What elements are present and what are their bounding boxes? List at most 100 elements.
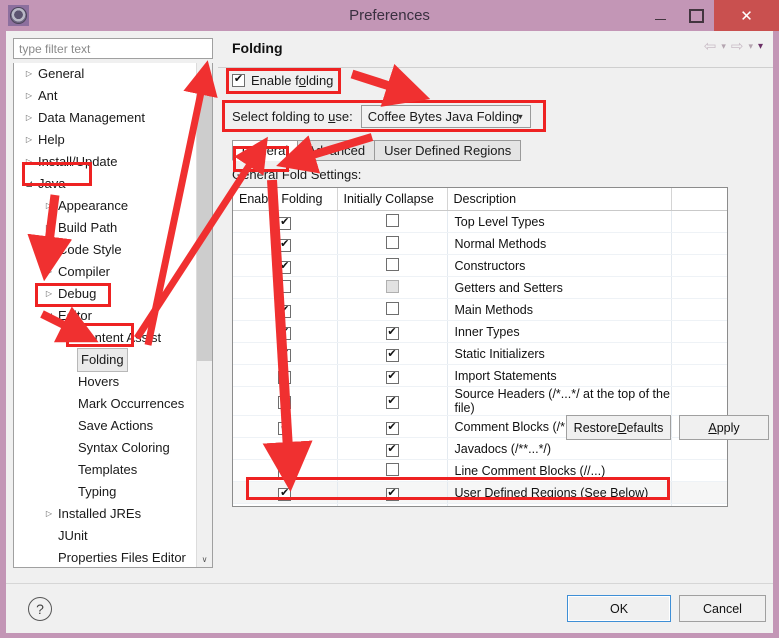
enable-folding-cell[interactable]: ✔ xyxy=(233,437,338,460)
initially-collapse-cell[interactable] xyxy=(337,276,448,299)
sidebar-item-folding[interactable]: Folding xyxy=(14,348,198,372)
sidebar-item-code-style[interactable]: ▷ Code Style xyxy=(14,239,198,261)
table-header-cell[interactable]: Enable Folding xyxy=(233,188,338,211)
back-dropdown-icon[interactable]: ▾ xyxy=(721,42,726,51)
initially-collapse-checkbox[interactable] xyxy=(385,462,399,476)
twisty-collapsed-icon[interactable]: ▷ xyxy=(22,85,36,107)
table-header-cell[interactable]: Description xyxy=(447,188,672,211)
scroll-up-icon[interactable]: ∧ xyxy=(197,63,212,79)
table-row[interactable]: ✔ Normal Methods xyxy=(233,232,727,255)
tab-advanced[interactable]: Advanced xyxy=(297,140,376,161)
twisty-collapsed-icon[interactable]: ▷ xyxy=(22,129,36,151)
apply-button[interactable]: Apply xyxy=(679,415,769,440)
initially-collapse-cell[interactable]: ✔ xyxy=(337,364,448,387)
initially-collapse-checkbox[interactable]: ✔ xyxy=(385,326,399,340)
initially-collapse-cell[interactable]: ✔ xyxy=(337,415,448,438)
sidebar-item-data-management[interactable]: ▷ Data Management xyxy=(14,107,198,129)
initially-collapse-cell[interactable]: ✔ xyxy=(337,320,448,343)
enable-folding-checkbox[interactable]: ✔ xyxy=(278,216,292,230)
table-row[interactable]: ✔ ✔ Import Statements xyxy=(233,364,727,387)
initially-collapse-checkbox[interactable] xyxy=(385,279,399,293)
folding-provider-select[interactable]: Coffee Bytes Java Folding ▾ xyxy=(360,105,531,128)
scrollbar-thumb[interactable] xyxy=(197,81,212,361)
initially-collapse-cell[interactable] xyxy=(337,232,448,255)
table-row[interactable]: ✔ Main Methods xyxy=(233,298,727,321)
forward-dropdown-icon[interactable]: ▾ xyxy=(748,42,753,51)
initially-collapse-checkbox[interactable]: ✔ xyxy=(385,370,399,384)
table-row[interactable]: ✔ ✔ User Defined Regions (See Below) xyxy=(233,481,727,504)
initially-collapse-checkbox[interactable]: ✔ xyxy=(385,487,399,501)
initially-collapse-checkbox[interactable] xyxy=(385,235,399,249)
twisty-collapsed-icon[interactable]: ▷ xyxy=(42,217,56,239)
tab-user-defined-regions[interactable]: User Defined Regions xyxy=(374,140,522,161)
table-row[interactable]: ✔ ✔ Inner Types xyxy=(233,320,727,343)
page-menu-icon[interactable]: ▾ xyxy=(758,41,763,52)
twisty-collapsed-icon[interactable]: ▷ xyxy=(22,63,36,85)
initially-collapse-checkbox[interactable]: ✔ xyxy=(385,421,399,435)
sidebar-item-syntax-coloring[interactable]: Syntax Coloring xyxy=(14,437,198,459)
enable-folding-cell[interactable]: ✔ xyxy=(233,481,338,504)
tab-general[interactable]: General xyxy=(232,140,299,161)
filter-input[interactable] xyxy=(13,38,213,59)
initially-collapse-checkbox[interactable] xyxy=(385,301,399,315)
enable-folding-cell[interactable]: ✔ xyxy=(233,342,338,365)
enable-folding-checkbox[interactable]: ✔ xyxy=(278,396,292,409)
table-header-cell[interactable]: Initially Collapse xyxy=(337,188,448,211)
sidebar-item-general[interactable]: ▷ General xyxy=(14,63,198,85)
fold-settings-table[interactable]: Enable Folding Initially Collapse Descript… xyxy=(232,187,728,507)
initially-collapse-cell[interactable]: ✔ xyxy=(337,437,448,460)
sidebar-item-editor[interactable]: ◢ Editor xyxy=(14,305,198,327)
twisty-collapsed-icon[interactable]: ▷ xyxy=(22,151,36,173)
table-row[interactable]: ✔ Constructors xyxy=(233,254,727,277)
sidebar-item-hovers[interactable]: Hovers xyxy=(14,371,198,393)
initially-collapse-checkbox[interactable]: ✔ xyxy=(385,348,399,362)
twisty-collapsed-icon[interactable]: ▷ xyxy=(42,283,56,305)
enable-folding-checkbox[interactable]: ✔ xyxy=(278,304,292,318)
sidebar-item-compiler[interactable]: ▷ Compiler xyxy=(14,261,198,283)
cancel-button[interactable]: Cancel xyxy=(679,595,766,622)
enable-folding-checkbox[interactable]: ✔ xyxy=(278,421,292,435)
initially-collapse-cell[interactable]: ✔ xyxy=(337,481,448,504)
enable-folding-checkbox[interactable]: ✔ xyxy=(278,326,292,340)
sidebar-item-junit[interactable]: JUnit xyxy=(14,525,198,547)
sidebar-item-installed-jres[interactable]: ▷ Installed JREs xyxy=(14,503,198,525)
sidebar-item-debug[interactable]: ▷ Debug xyxy=(14,283,198,305)
sidebar-item-typing[interactable]: Typing xyxy=(14,481,198,503)
initially-collapse-cell[interactable] xyxy=(337,254,448,277)
initially-collapse-checkbox[interactable]: ✔ xyxy=(385,443,399,457)
sidebar-item-mark-occurrences[interactable]: Mark Occurrences xyxy=(14,393,198,415)
sidebar-item-build-path[interactable]: ▷ Build Path xyxy=(14,217,198,239)
enable-folding-cell[interactable]: ✔ xyxy=(233,232,338,255)
sidebar-item-templates[interactable]: Templates xyxy=(14,459,198,481)
enable-folding-row[interactable]: ✔ Enable folding xyxy=(232,73,333,88)
enable-folding-checkbox[interactable]: ✔ xyxy=(278,465,292,479)
table-row[interactable]: ✔ Line Comment Blocks (//...) xyxy=(233,459,727,482)
preferences-tree[interactable]: ▷ General ▷ Ant ▷ Data Management ▷ Help ▷ Instal… xyxy=(13,63,213,568)
enable-folding-checkbox[interactable]: ✔ xyxy=(278,260,292,274)
sidebar-item-ant[interactable]: ▷ Ant xyxy=(14,85,198,107)
enable-folding-checkbox[interactable]: ✔ xyxy=(232,74,245,87)
enable-folding-checkbox[interactable]: ✔ xyxy=(278,443,292,457)
table-row[interactable]: ✔ ✔ Javadocs (/**...*/) xyxy=(233,437,727,460)
table-header-cell[interactable] xyxy=(671,188,727,211)
twisty-expanded-icon[interactable]: ◢ xyxy=(42,305,56,327)
twisty-collapsed-icon[interactable]: ▷ xyxy=(42,195,56,217)
enable-folding-cell[interactable]: ✔ xyxy=(233,415,338,438)
restore-defaults-button[interactable]: Restore Defaults xyxy=(566,415,671,440)
enable-folding-cell[interactable] xyxy=(233,276,338,299)
twisty-collapsed-icon[interactable]: ▷ xyxy=(42,261,56,283)
minimize-button[interactable] xyxy=(642,0,678,31)
back-arrow-icon[interactable]: ⇦ xyxy=(704,39,717,54)
initially-collapse-cell[interactable] xyxy=(337,298,448,321)
enable-folding-checkbox[interactable]: ✔ xyxy=(278,370,292,384)
table-row[interactable]: ✔ ✔ Static Initializers xyxy=(233,342,727,365)
table-row[interactable]: ✔ Top Level Types xyxy=(233,210,727,233)
enable-folding-cell[interactable]: ✔ xyxy=(233,364,338,387)
enable-folding-checkbox[interactable]: ✔ xyxy=(278,238,292,252)
enable-folding-cell[interactable]: ✔ xyxy=(233,254,338,277)
sidebar-item-save-actions[interactable]: Save Actions xyxy=(14,415,198,437)
sidebar-item-java[interactable]: ◢ Java xyxy=(14,173,198,195)
forward-arrow-icon[interactable]: ⇨ xyxy=(731,39,744,54)
twisty-expanded-icon[interactable]: ◢ xyxy=(22,173,36,195)
twisty-collapsed-icon[interactable]: ▷ xyxy=(62,327,76,349)
